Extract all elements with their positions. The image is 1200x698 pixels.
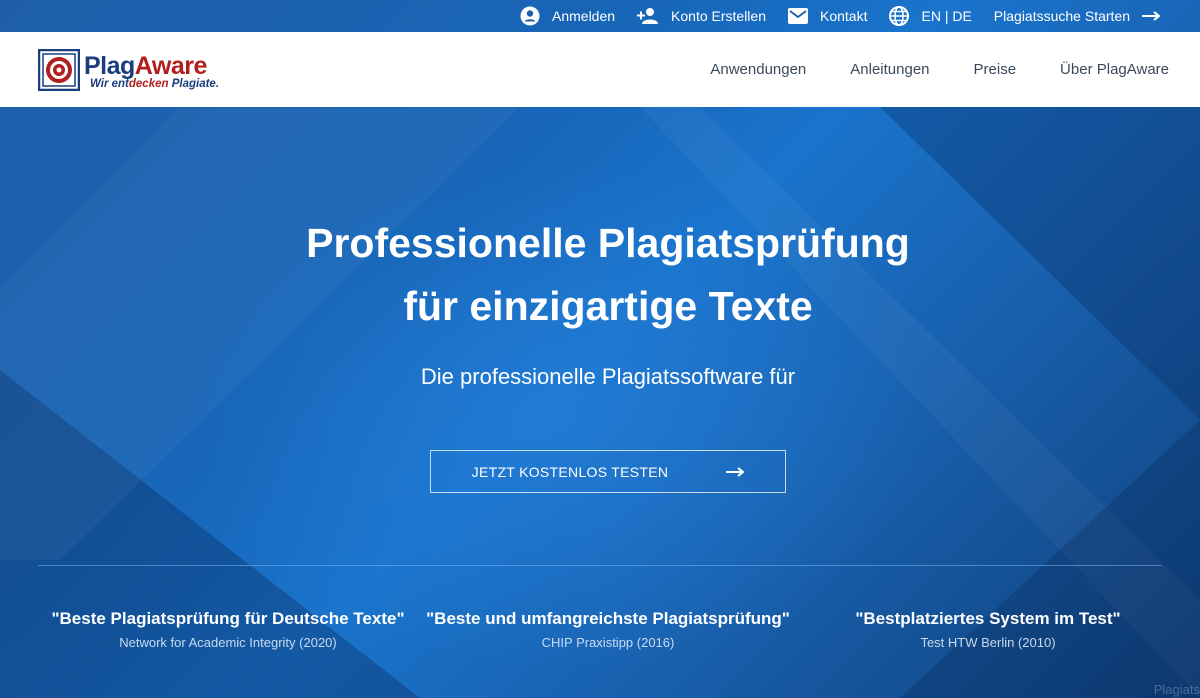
quote-source: Test HTW Berlin (2010) xyxy=(920,635,1056,650)
user-circle-icon xyxy=(520,6,540,26)
plagaware-logo[interactable]: PlagAware Wir entdecken Plagiate. xyxy=(38,45,268,95)
arrow-right-icon xyxy=(726,466,745,477)
nav-item-ueber-plagaware[interactable]: Über PlagAware xyxy=(1060,61,1169,78)
tagline-part-3: Plagiate. xyxy=(168,77,220,90)
mail-icon xyxy=(788,8,808,24)
tagline-part-1: Wir ent xyxy=(90,77,129,90)
quote-source: Network for Academic Integrity (2020) xyxy=(119,635,337,650)
logo-name-aware: Aware xyxy=(134,51,208,80)
logo-wordmark: PlagAware xyxy=(84,53,207,79)
top-utility-bar: Anmelden Konto Erstellen Kontakt EN | DE… xyxy=(0,0,1200,32)
register-label: Konto Erstellen xyxy=(671,8,766,24)
testimonial-quote: "Beste Plagiatsprüfung für Deutsche Text… xyxy=(38,609,418,650)
language-label: EN | DE xyxy=(921,8,972,24)
hero-subtitle: Die professionelle Plagiatssoftware für xyxy=(420,364,796,389)
testimonial-quote: "Beste und umfangreichste Plagiatsprüfun… xyxy=(418,609,798,650)
add-user-icon xyxy=(637,8,659,24)
logo-tagline: Wir entdecken Plagiate. xyxy=(90,78,219,90)
nav-item-preise[interactable]: Preise xyxy=(974,61,1017,78)
quote-title: "Beste und umfangreichste Plagiatsprüfun… xyxy=(426,609,790,628)
login-link[interactable]: Anmelden xyxy=(520,6,615,26)
contact-label: Kontakt xyxy=(820,8,868,24)
quote-source: CHIP Praxistipp (2016) xyxy=(541,635,675,650)
language-switcher[interactable]: EN | DE xyxy=(889,6,972,26)
quote-title: "Bestplatziertes System im Test" xyxy=(855,609,1121,628)
main-nav: Anwendungen Anleitungen Preise Über Plag… xyxy=(666,61,1169,78)
arrow-right-icon xyxy=(1142,11,1160,21)
nav-item-anwendungen[interactable]: Anwendungen xyxy=(710,61,806,78)
hero-title-line-1: Professionelle Plagiatsprüfung xyxy=(306,220,910,266)
start-search-link[interactable]: Plagiatssuche Starten xyxy=(994,8,1160,24)
hero-title: Professionelle Plagiatsprüfung für einzi… xyxy=(0,212,1200,338)
register-link[interactable]: Konto Erstellen xyxy=(637,7,766,25)
logo-name-plag: Plag xyxy=(84,51,135,80)
corner-overlay-text: Plagiats xyxy=(1153,682,1200,697)
logo-eye-icon xyxy=(38,48,80,91)
nav-item-anleitungen[interactable]: Anleitungen xyxy=(850,61,929,78)
free-trial-button[interactable]: JETZT KOSTENLOS TESTEN xyxy=(430,450,786,493)
login-label: Anmelden xyxy=(552,8,616,24)
tagline-part-2: decken xyxy=(128,77,169,90)
start-search-label: Plagiatssuche Starten xyxy=(993,8,1130,24)
globe-icon xyxy=(889,6,910,26)
quote-title: "Beste Plagiatsprüfung für Deutsche Text… xyxy=(51,609,405,628)
contact-link[interactable]: Kontakt xyxy=(788,8,867,24)
hero-title-line-2: für einzigartige Texte xyxy=(403,283,813,329)
free-trial-label: JETZT KOSTENLOS TESTEN xyxy=(471,463,669,480)
main-header: PlagAware Wir entdecken Plagiate. Anwend… xyxy=(0,32,1200,107)
testimonial-quote: "Bestplatziertes System im Test" Test HT… xyxy=(798,609,1178,650)
section-divider xyxy=(38,565,1162,566)
